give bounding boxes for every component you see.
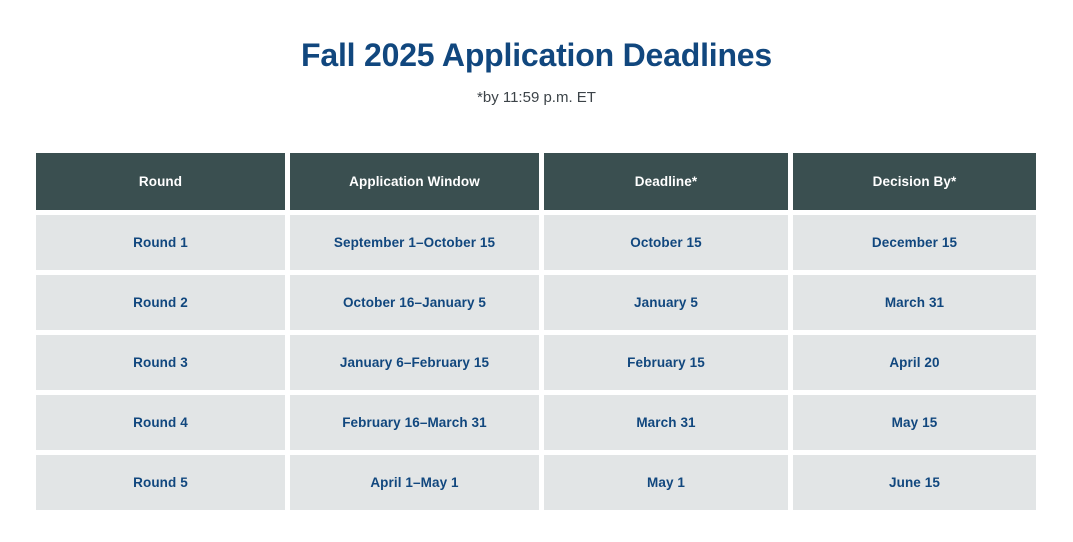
cell-application-window-value: February 16–March 31 (290, 395, 539, 450)
cell-deadline: February 15 (544, 335, 788, 390)
cell-decision-by: December 15 (793, 215, 1036, 270)
cell-application-window-value: April 1–May 1 (290, 455, 539, 510)
column-header-application-window-label: Application Window (290, 153, 539, 210)
cell-decision-by-value: May 15 (793, 395, 1036, 450)
cell-decision-by: March 31 (793, 275, 1036, 330)
cell-round: Round 4 (36, 395, 285, 450)
cell-application-window-value: October 16–January 5 (290, 275, 539, 330)
cell-round-value: Round 4 (36, 395, 285, 450)
cell-deadline-value: March 31 (544, 395, 788, 450)
cell-application-window-value: September 1–October 15 (290, 215, 539, 270)
table-row: Round 5 April 1–May 1 May 1 June 15 (36, 455, 1036, 510)
cell-application-window: January 6–February 15 (290, 335, 539, 390)
deadlines-page: Fall 2025 Application Deadlines *by 11:5… (0, 0, 1073, 542)
deadlines-table-container: Round Application Window Deadline* Decis… (36, 153, 1036, 510)
cell-deadline: March 31 (544, 395, 788, 450)
cell-round-value: Round 3 (36, 335, 285, 390)
cell-round-value: Round 5 (36, 455, 285, 510)
table-body: Round 1 September 1–October 15 October 1… (36, 215, 1036, 510)
cell-application-window: April 1–May 1 (290, 455, 539, 510)
cell-deadline-value: January 5 (544, 275, 788, 330)
cell-decision-by-value: March 31 (793, 275, 1036, 330)
column-header-deadline: Deadline* (544, 153, 788, 210)
cell-application-window: October 16–January 5 (290, 275, 539, 330)
cell-decision-by: June 15 (793, 455, 1036, 510)
cell-decision-by: April 20 (793, 335, 1036, 390)
column-header-decision-by: Decision By* (793, 153, 1036, 210)
cell-deadline: May 1 (544, 455, 788, 510)
cell-round-value: Round 1 (36, 215, 285, 270)
cell-round: Round 1 (36, 215, 285, 270)
table-row: Round 3 January 6–February 15 February 1… (36, 335, 1036, 390)
cell-decision-by-value: December 15 (793, 215, 1036, 270)
column-header-decision-by-label: Decision By* (793, 153, 1036, 210)
cell-deadline: January 5 (544, 275, 788, 330)
cell-round: Round 3 (36, 335, 285, 390)
table-row: Round 2 October 16–January 5 January 5 M… (36, 275, 1036, 330)
table-row: Round 4 February 16–March 31 March 31 Ma… (36, 395, 1036, 450)
table-header: Round Application Window Deadline* Decis… (36, 153, 1036, 210)
cell-decision-by: May 15 (793, 395, 1036, 450)
cell-deadline-value: February 15 (544, 335, 788, 390)
cell-decision-by-value: June 15 (793, 455, 1036, 510)
cell-decision-by-value: April 20 (793, 335, 1036, 390)
cell-application-window: September 1–October 15 (290, 215, 539, 270)
page-title: Fall 2025 Application Deadlines (301, 37, 772, 73)
cell-deadline: October 15 (544, 215, 788, 270)
column-header-application-window: Application Window (290, 153, 539, 210)
column-header-round-label: Round (36, 153, 285, 210)
cell-round: Round 5 (36, 455, 285, 510)
cell-deadline-value: October 15 (544, 215, 788, 270)
cell-round-value: Round 2 (36, 275, 285, 330)
column-header-round: Round (36, 153, 285, 210)
page-subtitle: *by 11:59 p.m. ET (477, 89, 596, 106)
table-row: Round 1 September 1–October 15 October 1… (36, 215, 1036, 270)
cell-round: Round 2 (36, 275, 285, 330)
cell-application-window: February 16–March 31 (290, 395, 539, 450)
cell-application-window-value: January 6–February 15 (290, 335, 539, 390)
deadlines-table: Round Application Window Deadline* Decis… (31, 148, 1041, 515)
cell-deadline-value: May 1 (544, 455, 788, 510)
table-header-row: Round Application Window Deadline* Decis… (36, 153, 1036, 210)
column-header-deadline-label: Deadline* (544, 153, 788, 210)
